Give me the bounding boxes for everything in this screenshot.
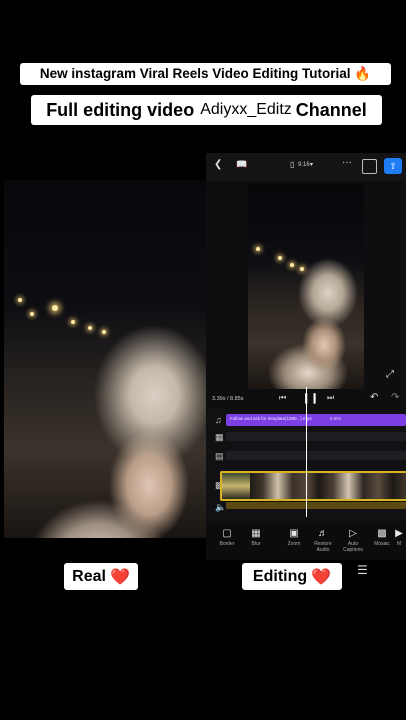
blur-icon: ▦ — [251, 528, 261, 539]
timecode: 3.39s / 8.85s — [212, 396, 244, 402]
video-editor-screen: ❮ 📖 ▯ 9:16 ▾ ··· ⇧ ⤢ 3.39s / 8.85s ⏮ ❙❙ … — [206, 153, 406, 560]
editor-top-bar: ❮ 📖 ▯ 9:16 ▾ ··· ⇧ — [206, 153, 406, 181]
real-photo — [4, 180, 206, 538]
chevron-down-icon[interactable]: ▾ — [310, 161, 313, 168]
tool-more-label: M — [396, 541, 402, 547]
pause-button[interactable]: ❙❙ — [302, 393, 319, 404]
phone-ratio-icon[interactable]: ▯ — [290, 160, 294, 169]
undo-icon[interactable]: ↶ — [370, 392, 378, 403]
tool-more[interactable]: ▶ M — [392, 527, 406, 547]
channel-banner: Full editing video Adiyxx_Editz Channel — [31, 95, 382, 125]
export-button[interactable]: ⇧ — [384, 158, 402, 174]
video-thumbnail — [222, 473, 250, 499]
border-icon: ▢ — [222, 528, 232, 539]
tool-auto-captions-label: Auto Captions — [343, 541, 363, 553]
skip-forward-icon[interactable]: ⏭ — [327, 393, 334, 403]
music-note-icon[interactable]: ♫ — [215, 416, 225, 425]
menu-icon[interactable]: ☰ — [357, 563, 368, 577]
restore-audio-icon: ♬ — [318, 528, 328, 539]
channel-banner-suffix: Channel — [295, 99, 367, 120]
book-icon[interactable]: 📖 — [236, 159, 247, 170]
tool-border-label: Border — [219, 541, 235, 547]
volume-icon[interactable]: 🔈 — [215, 503, 226, 512]
redo-icon[interactable]: ↷ — [391, 392, 399, 403]
fullscreen-icon[interactable]: ⤢ — [386, 369, 394, 380]
skip-back-icon[interactable]: ⏮ — [279, 393, 286, 403]
auto-captions-icon: ▷ — [349, 528, 357, 539]
heart-icon: ❤️ — [109, 568, 130, 586]
video-title-banner: New instagram Viral Reels Video Editing … — [20, 63, 391, 85]
channel-name: Adiyxx_Editz — [200, 101, 292, 118]
tool-blur[interactable]: ▦ Blur — [242, 527, 270, 547]
channel-banner-prefix: Full editing video — [46, 99, 195, 120]
audio-clip-duration: 8.85s — [330, 416, 342, 421]
tool-zoom[interactable]: ▣ Zoom — [280, 527, 308, 547]
tool-auto-captions[interactable]: ▷ Auto Captions — [339, 527, 367, 553]
real-label-text: Real — [72, 567, 106, 585]
audio-track-clip[interactable]: Follow and ask for template(1080...).mp4… — [226, 414, 406, 426]
bottom-toolbar: ▢ Border ▦ Blur ▣ Zoom ♬ Restore Audio ▷… — [206, 525, 406, 560]
more-tools-icon: ▶ — [395, 528, 403, 539]
zoom-icon: ▣ — [289, 528, 299, 539]
ratio-label[interactable]: 9:16 — [298, 162, 310, 168]
audio-clip-label: Follow and ask for template(1080...).mp4 — [230, 416, 312, 421]
heart-icon: ❤️ — [311, 568, 332, 586]
editing-label: Editing ❤️ — [242, 563, 342, 590]
video-title-text: New instagram Viral Reels Video Editing … — [39, 66, 372, 81]
real-label: Real ❤️ — [64, 563, 138, 590]
back-icon[interactable]: ❮ — [214, 159, 222, 170]
tool-border[interactable]: ▢ Border — [213, 527, 241, 547]
editing-label-text: Editing — [252, 567, 308, 585]
audio-waveform-track[interactable] — [226, 502, 406, 509]
video-preview — [248, 183, 364, 389]
playhead[interactable] — [306, 387, 307, 517]
save-button[interactable] — [362, 159, 377, 174]
text-icon[interactable]: ▤ — [215, 452, 225, 461]
effect-track[interactable] — [226, 432, 406, 441]
tool-blur-label: Blur — [251, 541, 261, 547]
effect-icon[interactable]: ▦ — [215, 433, 225, 442]
video-track-clip[interactable] — [220, 471, 406, 501]
tool-restore-audio[interactable]: ♬ Restore Audio — [309, 527, 337, 553]
text-track[interactable] — [226, 451, 406, 460]
tool-restore-audio-label: Restore Audio — [314, 541, 332, 553]
tool-zoom-label: Zoom — [287, 541, 301, 547]
more-icon[interactable]: ··· — [342, 157, 352, 168]
